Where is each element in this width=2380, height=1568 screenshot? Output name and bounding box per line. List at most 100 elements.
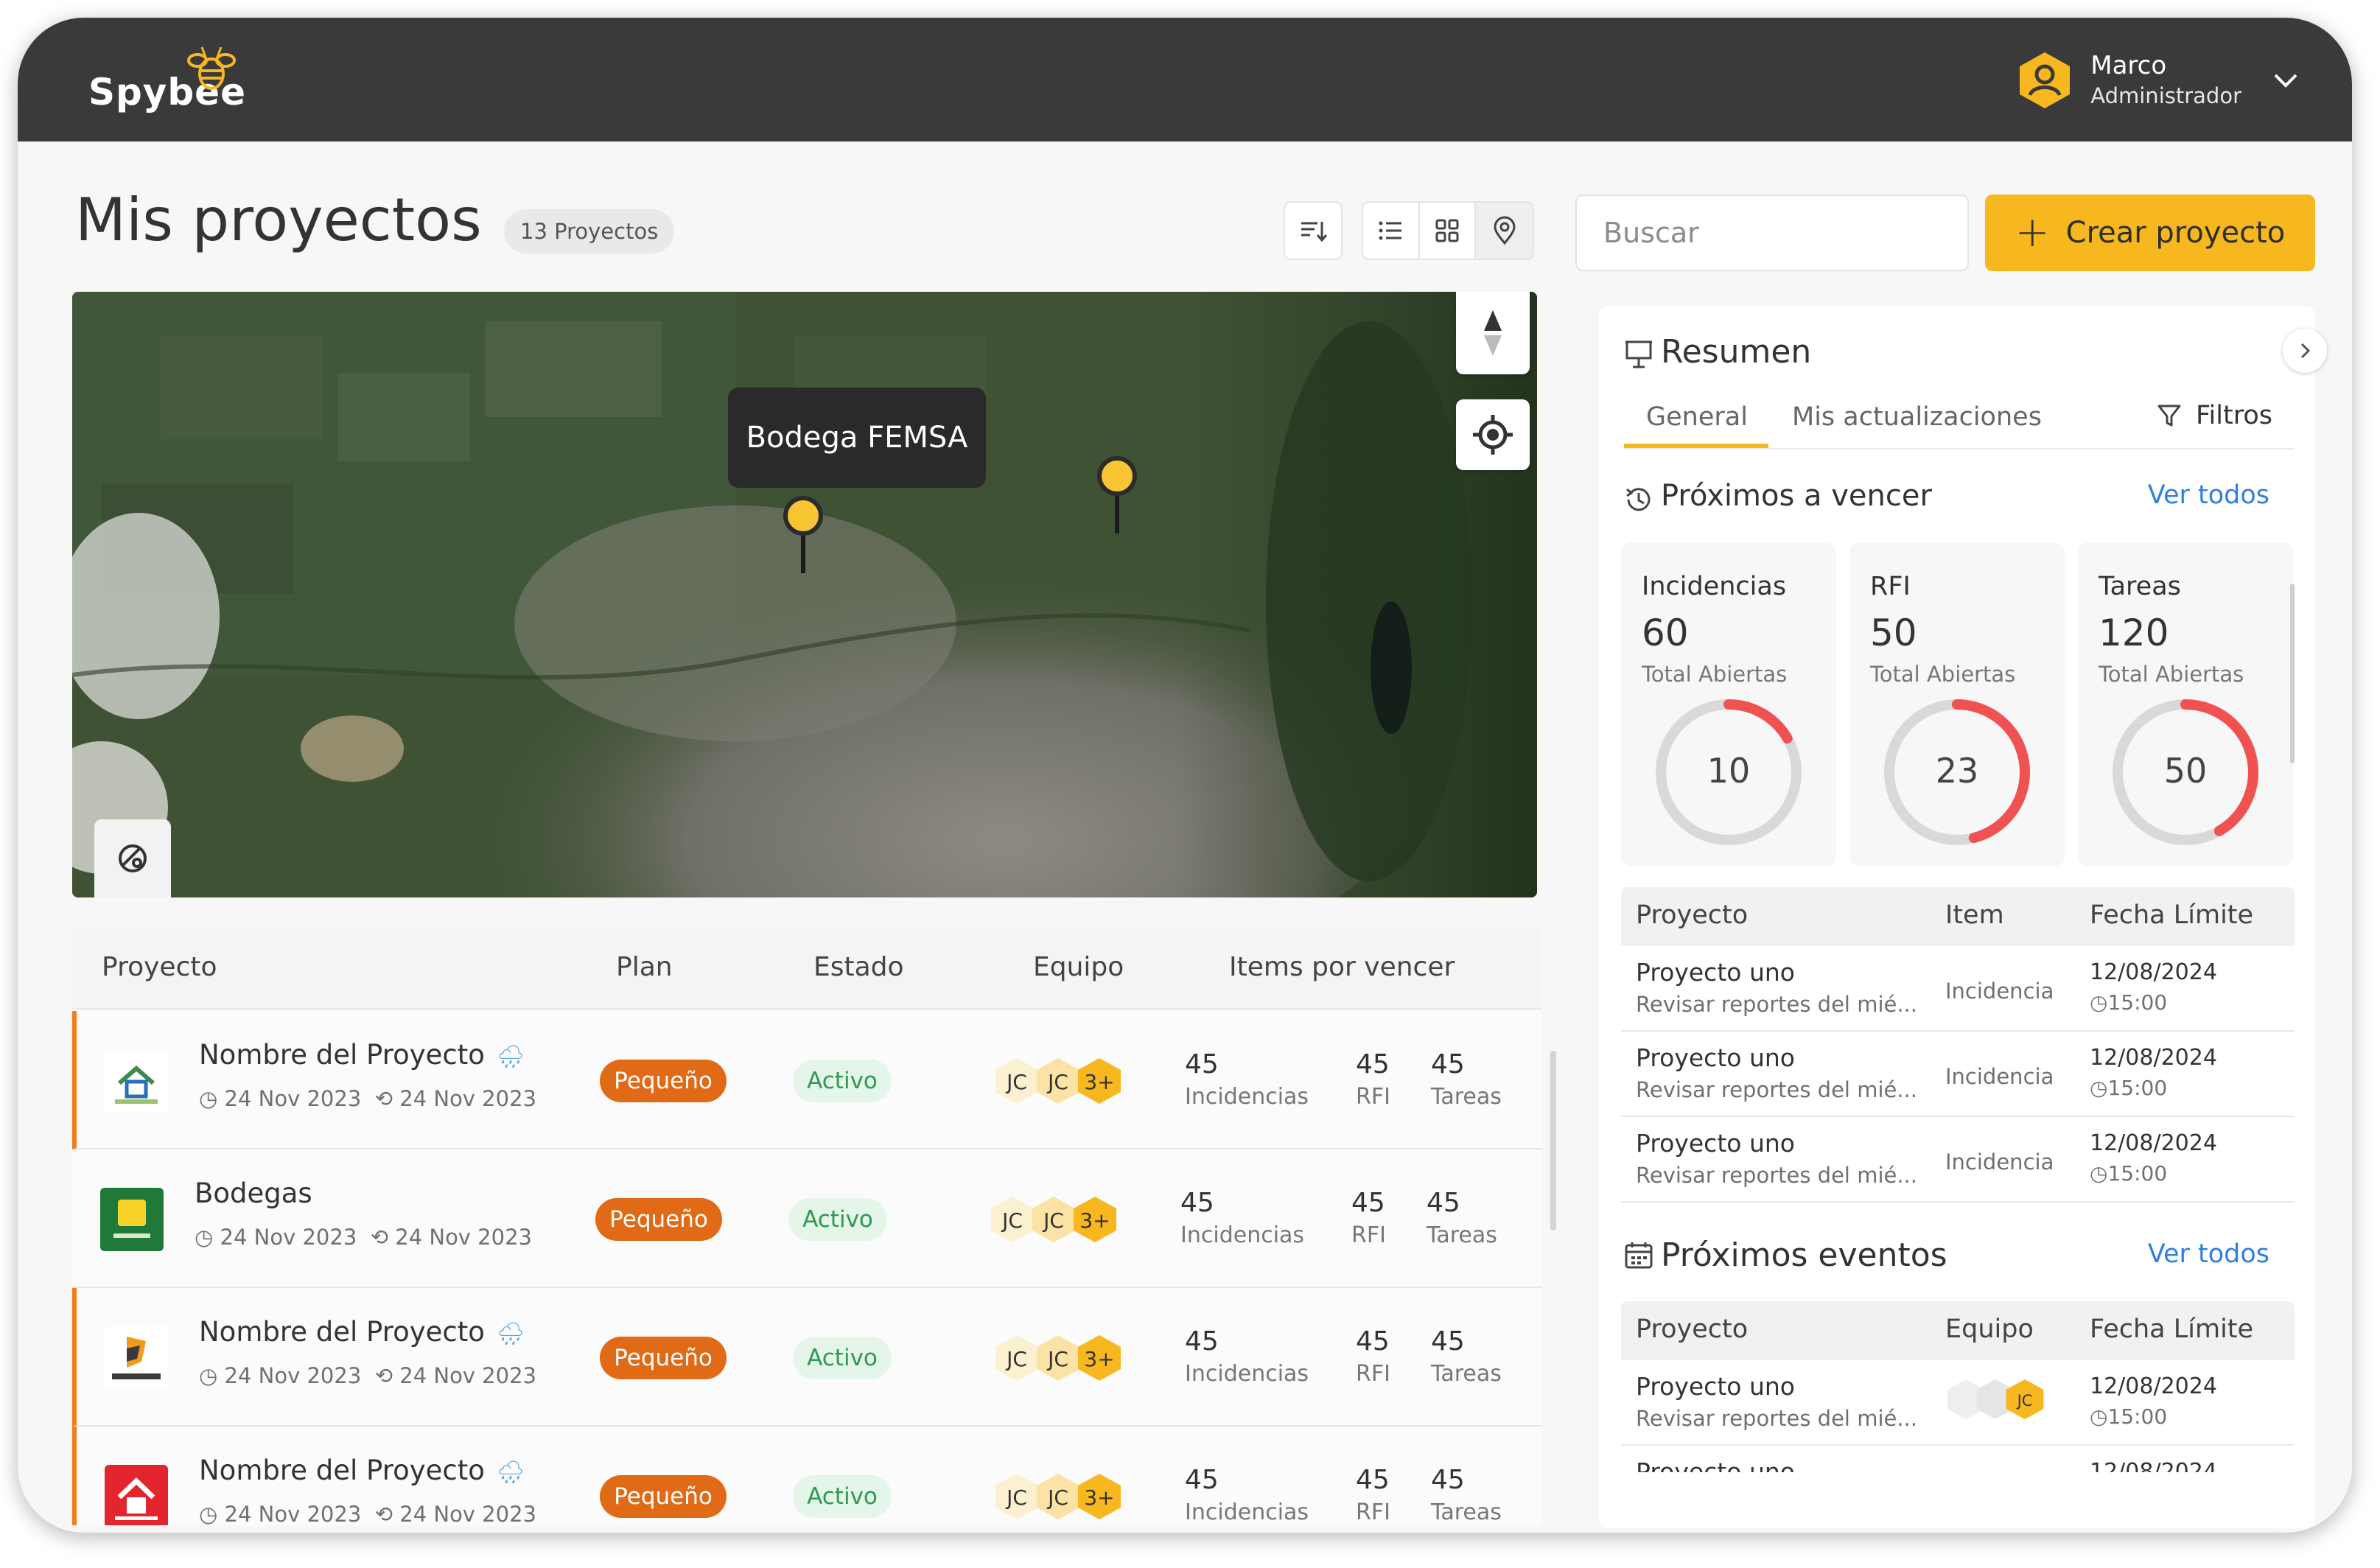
create-project-button[interactable]: + Crear proyecto	[1985, 195, 2315, 271]
grid-icon	[1435, 219, 1459, 242]
svg-text:23: 23	[1936, 751, 1979, 791]
col-item: Item	[1945, 900, 2004, 930]
map-layers-button[interactable]	[94, 819, 171, 897]
spybee-logo[interactable]: Spybee	[88, 46, 246, 113]
stat-tareas: 45 Tareas	[1427, 1188, 1497, 1248]
due-time-text: 15:00	[2107, 1076, 2168, 1100]
updated-date: 24 Nov 2023	[395, 1225, 532, 1250]
stat-tareas: 45 Tareas	[1431, 1049, 1502, 1110]
stat-label: RFI	[1351, 1222, 1386, 1248]
filters-button[interactable]: Filtros	[2156, 401, 2272, 430]
map-view-button[interactable]	[1476, 203, 1533, 259]
satellite-icon	[119, 844, 147, 872]
due-item-type: Incidencia	[1945, 1149, 2054, 1175]
top-bar: Spybee Marco Administrador	[18, 18, 2352, 141]
due-see-all-link[interactable]: Ver todos	[2148, 480, 2269, 510]
col-project[interactable]: Proyecto	[102, 952, 217, 982]
card-title: Incidencias	[1642, 572, 1787, 601]
card-total: 50	[1870, 612, 1917, 654]
map-pin-marker[interactable]	[1096, 455, 1138, 536]
svg-text:JC: JC	[2016, 1392, 2033, 1410]
col-team[interactable]: Equipo	[1033, 952, 1124, 982]
updated-date: 24 Nov 2023	[399, 1086, 536, 1111]
team-member-avatar: JC	[991, 1197, 1034, 1242]
projects-map[interactable]: Bodega FEMSA	[72, 292, 1537, 897]
due-items-table: Proyecto Item Fecha Límite Proyecto uno …	[1621, 887, 2295, 1203]
due-row[interactable]: Proyecto uno Revisar reportes del mié...…	[1621, 946, 2295, 1032]
event-time-text: 15:00	[2107, 1404, 2168, 1429]
chevron-down-icon[interactable]	[2271, 66, 2300, 95]
project-dates: ◷ 24 Nov 2023 ⟲ 24 Nov 2023	[199, 1086, 536, 1111]
team-member-avatar: JC	[2006, 1379, 2044, 1420]
calendar-icon	[1625, 1242, 1653, 1269]
stat-label: RFI	[1356, 1499, 1390, 1525]
due-project: Proyecto uno	[1636, 1043, 1795, 1072]
project-row[interactable]: Nombre del Proyecto 🌧 ◷ 24 Nov 2023 ⟲ 24 …	[72, 1288, 1541, 1427]
map-pin-icon	[1494, 216, 1516, 245]
summary-tabs: General Mis actualizaciones Filtros	[1624, 391, 2295, 449]
event-row[interactable]: Proyecto uno 12/08/2024	[1621, 1446, 2295, 1472]
project-row[interactable]: Nombre del Proyecto 🌧 ◷ 24 Nov 2023 ⟲ 24 …	[72, 1011, 1541, 1149]
events-table-header: Proyecto Equipo Fecha Límite	[1621, 1301, 2295, 1360]
tab-general[interactable]: General	[1646, 402, 1748, 432]
search-input[interactable]	[1603, 217, 1952, 249]
collapse-panel-button[interactable]	[2283, 329, 2327, 373]
map-tooltip: Bodega FEMSA	[728, 388, 986, 488]
col-project: Proyecto	[1636, 900, 1749, 930]
due-date: 12/08/2024	[2090, 959, 2217, 985]
cards-scrollbar[interactable]	[2290, 584, 2295, 763]
col-plan[interactable]: Plan	[616, 952, 673, 982]
presentation-icon	[1625, 340, 1652, 368]
stat-label: Incidencias	[1185, 1499, 1309, 1525]
col-status[interactable]: Estado	[813, 952, 904, 982]
app-window: Spybee Marco Administrador Mis proyectos…	[18, 18, 2352, 1533]
team-more-badge: 3+	[1078, 1335, 1121, 1381]
compass-button[interactable]	[1456, 292, 1530, 374]
col-deadline: Fecha Límite	[2090, 1315, 2254, 1344]
updated-date: 24 Nov 2023	[399, 1502, 536, 1525]
stat-label: Incidencias	[1185, 1084, 1309, 1110]
due-project: Proyecto uno	[1636, 958, 1795, 987]
stat-rfi: 45 RFI	[1356, 1465, 1390, 1525]
project-row[interactable]: Nombre del Proyecto 🌧 ◷ 24 Nov 2023 ⟲ 24 …	[72, 1427, 1541, 1525]
due-row[interactable]: Proyecto uno Revisar reportes del mié...…	[1621, 1032, 2295, 1117]
map-pin-marker[interactable]	[783, 495, 824, 576]
stat-value: 45	[1427, 1188, 1460, 1218]
due-project: Proyecto uno	[1636, 1129, 1795, 1158]
locate-button[interactable]	[1456, 399, 1530, 470]
stat-tareas: 45 Tareas	[1431, 1465, 1502, 1525]
project-dates: ◷ 24 Nov 2023 ⟲ 24 Nov 2023	[199, 1502, 536, 1525]
view-mode-toggle	[1362, 201, 1534, 260]
events-see-all-link[interactable]: Ver todos	[2148, 1239, 2269, 1269]
project-name: Bodegas	[195, 1177, 312, 1209]
tab-mis-actualizaciones[interactable]: Mis actualizaciones	[1792, 402, 2042, 432]
svg-text:JC: JC	[1042, 1208, 1064, 1233]
col-due-items[interactable]: Items por vencer	[1229, 952, 1455, 982]
card-total: 60	[1642, 612, 1689, 654]
summary-card-rfi[interactable]: RFI 50 Total Abiertas 23	[1849, 542, 2065, 867]
summary-card-tareas[interactable]: Tareas 120 Total Abiertas 50	[2078, 542, 2293, 867]
plan-badge: Pequeño	[595, 1198, 722, 1241]
user-name: Marco	[2090, 51, 2167, 80]
projects-table-header: Proyecto Plan Estado Equipo Items por ve…	[72, 927, 1541, 1009]
chevron-right-icon	[2300, 343, 2311, 359]
sort-button[interactable]	[1284, 201, 1343, 260]
due-row[interactable]: Proyecto uno Revisar reportes del mié...…	[1621, 1117, 2295, 1203]
project-name: Nombre del Proyecto 🌧	[199, 1316, 525, 1348]
summary-card-incidencias[interactable]: Incidencias 60 Total Abiertas 10	[1621, 542, 1836, 867]
events-table: Proyecto Equipo Fecha Límite Proyecto un…	[1621, 1301, 2295, 1472]
table-scrollbar[interactable]	[1550, 1051, 1556, 1231]
card-subtitle: Total Abiertas	[2099, 662, 2244, 687]
list-view-button[interactable]	[1363, 203, 1420, 259]
created-date: 24 Nov 2023	[224, 1086, 362, 1111]
user-menu[interactable]: Marco Administrador	[2018, 40, 2300, 121]
col-team: Equipo	[1945, 1315, 2034, 1344]
due-time: ◷15:00	[2090, 990, 2167, 1015]
event-row[interactable]: Proyecto uno Revisar reportes del mié...…	[1621, 1360, 2295, 1446]
stat-value: 45	[1185, 1326, 1219, 1357]
filters-label: Filtros	[2195, 401, 2272, 430]
updated-date: 24 Nov 2023	[399, 1363, 536, 1388]
grid-view-button[interactable]	[1420, 203, 1477, 259]
project-row[interactable]: Bodegas ◷ 24 Nov 2023 ⟲ 24 Nov 2023 Pequ…	[72, 1149, 1541, 1288]
stat-value: 45	[1431, 1465, 1465, 1495]
